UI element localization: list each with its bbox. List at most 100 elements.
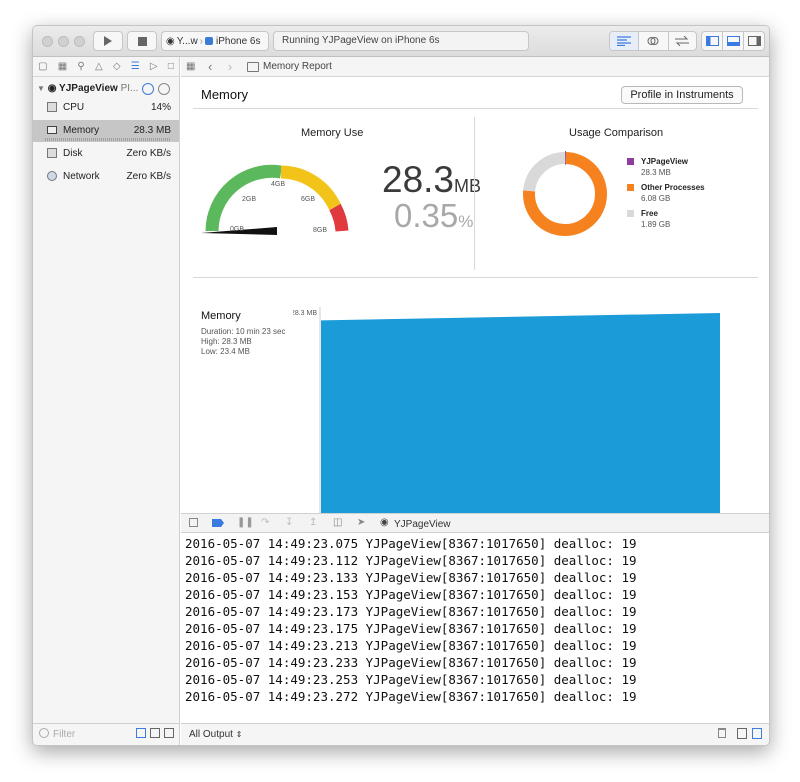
version-editor-button[interactable] — [669, 32, 696, 50]
scheme-target: Y...w — [176, 35, 198, 47]
legend-value: 6.08 GB — [641, 194, 671, 203]
show-console-icon[interactable] — [752, 728, 762, 739]
right-panel-icon — [747, 36, 761, 46]
toggle-navigator-button[interactable] — [702, 32, 723, 50]
disclosure-triangle-icon[interactable]: ▼ — [37, 84, 45, 93]
bottom-panel-icon — [726, 36, 740, 46]
standard-editor-button[interactable] — [610, 32, 640, 50]
step-out-icon[interactable]: ↥ — [309, 517, 317, 528]
debug-bar: ❚❚ ↷ ↧ ↥ ◫ ➤ ◉ YJPageView — [181, 513, 769, 533]
legend-swatch-gray — [627, 210, 634, 217]
warning-icon[interactable]: △ — [95, 61, 103, 72]
navigator-selector-bar: ▢ ▦ ⚲ △ ◇ ☰ ▷ □ — [33, 57, 180, 77]
app-icon: ◉ — [380, 517, 389, 528]
gauge-value: 28.3 MB — [133, 125, 171, 136]
show-only-icon[interactable] — [136, 728, 146, 738]
pause-process-icon[interactable] — [158, 83, 170, 95]
toggle-debug-area-button[interactable] — [723, 32, 744, 50]
memory-duration: Duration: 10 min 23 sec — [201, 327, 286, 336]
percent-value: 0.35 — [394, 197, 459, 234]
console-bar: All Output ⇕ — [181, 723, 769, 745]
console-line: 2016-05-07 14:49:23.075 YJPageView[8367:… — [185, 536, 637, 551]
report-heading: Memory — [201, 87, 248, 102]
percent-unit: % — [458, 212, 474, 231]
process-row[interactable]: ▼ ◉ YJPageView PI... — [37, 83, 138, 94]
gauge-value: Zero KB/s — [126, 148, 171, 159]
symbol-icon[interactable]: ▦ — [58, 61, 67, 72]
queues-icon[interactable] — [164, 728, 174, 738]
report-file-icon — [247, 62, 259, 72]
close-window-button[interactable] — [42, 36, 53, 47]
gauge-disk[interactable]: Disk Zero KB/s — [33, 143, 179, 165]
gauge-memory[interactable]: Memory 28.3 MB — [33, 120, 179, 142]
console-output[interactable]: 2016-05-07 14:49:23.075 YJPageView[8367:… — [181, 533, 769, 723]
app-icon: ◉ — [166, 35, 175, 47]
legend-value: 1.89 GB — [641, 220, 671, 229]
gauge-label: Network — [63, 171, 100, 182]
legend-name: Free — [641, 209, 658, 218]
related-items-icon[interactable]: ▦ — [186, 61, 195, 72]
assistant-editor-button[interactable] — [639, 32, 669, 50]
memory-area-chart: 28.3 MB212s343s — [293, 307, 720, 534]
gauge-icon[interactable] — [142, 83, 154, 95]
forward-arrow-icon[interactable]: › — [228, 59, 232, 74]
minimize-window-button[interactable] — [58, 36, 69, 47]
gauge-arc-red — [329, 203, 349, 232]
scheme-selector[interactable]: ◉ Y...w › iPhone 6s — [161, 31, 269, 51]
memory-gauge: 0GB 2GB 4GB 6GB 8GB — [201, 164, 349, 235]
back-arrow-icon[interactable]: ‹ — [208, 59, 212, 74]
filter-input[interactable]: Filter — [53, 729, 75, 740]
trash-icon[interactable] — [718, 728, 726, 738]
search-icon[interactable]: ⚲ — [77, 61, 84, 72]
donut-slice-free — [523, 152, 566, 192]
console-line: 2016-05-07 14:49:23.133 YJPageView[8367:… — [185, 570, 637, 585]
activity-viewer: Running YJPageView on iPhone 6s — [273, 31, 529, 51]
divider — [193, 108, 758, 109]
step-over-icon[interactable]: ↷ — [261, 517, 269, 528]
test-icon[interactable]: ◇ — [113, 61, 121, 72]
memory-percent: 0.35% — [394, 197, 473, 235]
memory-use-title: Memory Use — [301, 127, 364, 139]
chevron-right-icon: › — [199, 35, 204, 47]
view-hierarchy-icon[interactable]: ◫ — [333, 517, 342, 528]
legend-swatch-purple — [627, 158, 634, 165]
report-icon[interactable]: □ — [168, 61, 174, 72]
gauge-cpu[interactable]: CPU 14% — [33, 97, 179, 119]
app-icon: ◉ — [47, 83, 57, 94]
step-into-icon[interactable]: ↧ — [285, 517, 293, 528]
left-panel-icon — [705, 36, 719, 46]
gauge-label-8: 8GB — [313, 227, 327, 234]
process-suffix: PI... — [120, 83, 139, 94]
show-variables-icon[interactable] — [737, 728, 747, 739]
console-line: 2016-05-07 14:49:23.233 YJPageView[8367:… — [185, 655, 637, 670]
gauge-label: Memory — [63, 125, 100, 136]
breakpoint-icon[interactable]: ▷ — [150, 61, 158, 72]
console-line: 2016-05-07 14:49:23.153 YJPageView[8367:… — [185, 587, 637, 602]
gauge-network[interactable]: Network Zero KB/s — [33, 166, 179, 188]
globe-icon — [47, 171, 57, 181]
console-line: 2016-05-07 14:49:23.272 YJPageView[8367:… — [185, 689, 637, 704]
threads-icon[interactable] — [150, 728, 160, 738]
toggle-utilities-button[interactable] — [744, 32, 764, 50]
output-selector[interactable]: All Output ⇕ — [189, 729, 242, 740]
debug-navigator-icon[interactable]: ☰ — [131, 61, 140, 72]
hide-debug-area-icon[interactable] — [189, 518, 198, 527]
run-button[interactable] — [93, 31, 123, 51]
debug-process-name[interactable]: YJPageView — [394, 519, 451, 530]
breakpoints-toggle-icon[interactable] — [212, 519, 224, 527]
memory-high: High: 28.3 MB — [201, 337, 252, 346]
console-line: 2016-05-07 14:49:23.213 YJPageView[8367:… — [185, 638, 637, 653]
memory-unit: MB — [454, 176, 482, 196]
navigator-filter-bar: Filter — [33, 723, 180, 745]
divider — [193, 277, 758, 278]
stop-button[interactable] — [127, 31, 157, 51]
zoom-window-button[interactable] — [74, 36, 85, 47]
gauge-label: Disk — [63, 148, 83, 159]
legend-name: YJPageView — [641, 157, 688, 166]
jump-bar-title[interactable]: Memory Report — [263, 61, 332, 72]
location-icon[interactable]: ➤ — [357, 517, 365, 528]
console-line: 2016-05-07 14:49:23.112 YJPageView[8367:… — [185, 553, 637, 568]
pause-icon[interactable]: ❚❚ — [237, 517, 254, 528]
profile-in-instruments-button[interactable]: Profile in Instruments — [621, 86, 743, 104]
folder-icon[interactable]: ▢ — [38, 61, 47, 72]
